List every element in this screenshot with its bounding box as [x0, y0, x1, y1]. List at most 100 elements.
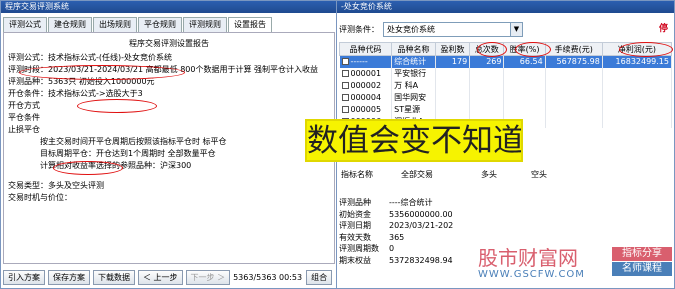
- cell-rate: [503, 91, 546, 104]
- row-checkbox[interactable]: [341, 94, 349, 101]
- import-plan-button[interactable]: 引入方案: [3, 269, 45, 285]
- condition-select[interactable]: 处女竞价系统 ▼: [383, 21, 523, 37]
- condition-value: 处女竞价系统: [387, 24, 435, 34]
- stat-row: 期末权益 5372832498.94: [339, 255, 453, 265]
- watermark-brand: 股市财富网: [478, 246, 578, 270]
- save-plan-button[interactable]: 保存方案: [48, 269, 90, 285]
- cell-profit: 16832499.15: [602, 55, 673, 68]
- col-name[interactable]: 品种名称: [391, 42, 436, 56]
- row-checkbox[interactable]: [341, 106, 349, 113]
- annotation-circle-rate: [515, 42, 551, 57]
- col-fee[interactable]: 手续费(元): [544, 42, 603, 56]
- watermark-url: WWW.GSCFW.COM: [478, 269, 585, 280]
- detail-header: 指标名称 全部交易 多头 空头: [339, 169, 672, 180]
- cell-name: 国华网安: [391, 91, 436, 104]
- cell-code: ------: [339, 55, 393, 68]
- tab-formula[interactable]: 评测公式: [3, 17, 47, 32]
- detail-col-short: 空头: [531, 170, 547, 179]
- cell-profit: [602, 115, 673, 128]
- stat-row: 初始资金 5356000000.00: [339, 209, 453, 219]
- cell-code: 000002: [339, 79, 393, 92]
- annotation-circle-target: [53, 161, 123, 175]
- results-table: 品种代码 品种名称 盈利数 总次数 胜率(%) 手续费(元) 净利润(元) --…: [338, 42, 673, 128]
- report-mid-line: 按主交易时间开平仓周期后按照该指标平仓时 标平仓: [40, 137, 227, 146]
- annotation-circle-condition: [77, 99, 157, 113]
- cell-total: [469, 91, 505, 104]
- cell-win: [435, 79, 471, 92]
- chevron-down-icon[interactable]: ▼: [510, 22, 522, 36]
- condition-row: 评测条件： 处女竞价系统 ▼: [339, 19, 669, 39]
- table-row[interactable]: ------ 综合统计 179 269 66.54 567875.98 16832499.1…: [339, 55, 673, 68]
- detail-col-all: 全部交易: [401, 170, 433, 179]
- watermark-tags: 指标分享 名师课程: [612, 247, 672, 277]
- cell-fee: 567875.98: [545, 55, 603, 68]
- row-checkbox[interactable]: [341, 70, 349, 77]
- report-target-close: 目标周期平仓：开仓达到1个周期时 全部数量平仓: [40, 149, 216, 158]
- table-row[interactable]: 000002 万 科A: [339, 79, 673, 92]
- stats-list: 评测品种 ----综合统计 初始资金 5356000000.00 评测日期 2023/…: [339, 197, 453, 266]
- tab-eval-rules[interactable]: 评测规则: [183, 17, 227, 32]
- row-code: 000002: [350, 81, 382, 90]
- detail-col-indicator: 指标名称: [341, 170, 373, 179]
- window-title: 程序交易评测系统: [1, 1, 337, 13]
- cell-name: 平安银行: [391, 67, 436, 80]
- stat-row: 评测周期数 0: [339, 244, 395, 253]
- cell-total: [469, 79, 505, 92]
- report-trade-timing: 交易时机与价位：: [8, 193, 72, 202]
- watermark-tag-share: 指标分享: [612, 247, 672, 261]
- stop-button[interactable]: 停: [659, 21, 668, 34]
- next-step-button[interactable]: 下一步 ＞: [185, 269, 231, 285]
- results-title: -处女竞价系统: [337, 1, 674, 13]
- cell-fee: [545, 91, 603, 104]
- stat-row: 有效天数 365: [339, 232, 405, 242]
- cell-code: 000004: [339, 91, 393, 104]
- backtest-window: 程序交易评测系统 评测公式 建仓规则 出场规则 平仓规则 评测规则 设置报告 程…: [0, 0, 338, 289]
- tab-open-rules[interactable]: 建仓规则: [48, 17, 92, 32]
- overlay-caption: 数值会变不知道他是怎么测评的: [305, 119, 523, 162]
- cell-rate: 66.54: [503, 55, 546, 68]
- prev-step-button[interactable]: ＜ 上一步: [138, 269, 183, 285]
- bottom-toolbar: 引入方案 保存方案 下载数据 ＜ 上一步 下一步 ＞ 5363/5363 00:…: [3, 267, 337, 287]
- row-checkbox[interactable]: [341, 82, 349, 89]
- cell-total: [469, 103, 505, 116]
- cell-profit: [602, 91, 673, 104]
- cell-rate: [503, 79, 546, 92]
- report-trade-type: 交易类型：多头及空头评测: [8, 181, 104, 190]
- cell-name: ST星源: [391, 103, 436, 116]
- condition-label: 评测条件：: [339, 24, 379, 34]
- tab-exit-rules[interactable]: 出场规则: [93, 17, 137, 32]
- tab-report-settings[interactable]: 设置报告: [228, 17, 272, 33]
- cell-profit: [602, 79, 673, 92]
- col-win[interactable]: 盈利数: [434, 42, 471, 56]
- cell-win: [435, 103, 471, 116]
- table-row[interactable]: 000005 ST星源: [339, 103, 673, 116]
- download-data-button[interactable]: 下载数据: [93, 269, 135, 285]
- cell-win: [435, 67, 471, 80]
- col-code[interactable]: 品种代码: [338, 42, 393, 56]
- annotation-circle-total: [477, 42, 507, 57]
- report-close-condition: 平仓条件: [8, 113, 40, 122]
- cell-fee: [545, 103, 603, 116]
- row-checkbox[interactable]: [341, 58, 349, 66]
- cell-win: [435, 91, 471, 104]
- tab-close-rules[interactable]: 平仓规则: [138, 17, 182, 32]
- cell-rate: [503, 67, 546, 80]
- cell-fee: [545, 67, 603, 80]
- annotation-circle-profit: [619, 42, 673, 57]
- progress-status: 5363/5363 00:53: [233, 272, 303, 282]
- watermark-tag-course: 名师课程: [612, 262, 672, 276]
- stat-row: 评测日期 2023/03/21-202: [339, 221, 454, 230]
- watermark: 股市财富网 WWW.GSCFW.COM: [478, 247, 618, 287]
- report-title: 程序交易评测设置报告: [129, 39, 209, 48]
- cell-code: 000001: [339, 67, 393, 80]
- detail-col-long: 多头: [481, 170, 497, 179]
- cell-name: 万 科A: [391, 79, 436, 92]
- combine-button[interactable]: 组合: [306, 269, 333, 285]
- cell-profit: [602, 103, 673, 116]
- cell-win: 179: [435, 55, 471, 68]
- table-row[interactable]: 000001 平安银行: [339, 67, 673, 80]
- report-formula: 评测公式：技术指标公式-(任线)-处女竞价系统: [8, 53, 173, 62]
- row-code: 000004: [350, 93, 382, 102]
- cell-total: 269: [469, 55, 505, 68]
- table-row[interactable]: 000004 国华网安: [339, 91, 673, 104]
